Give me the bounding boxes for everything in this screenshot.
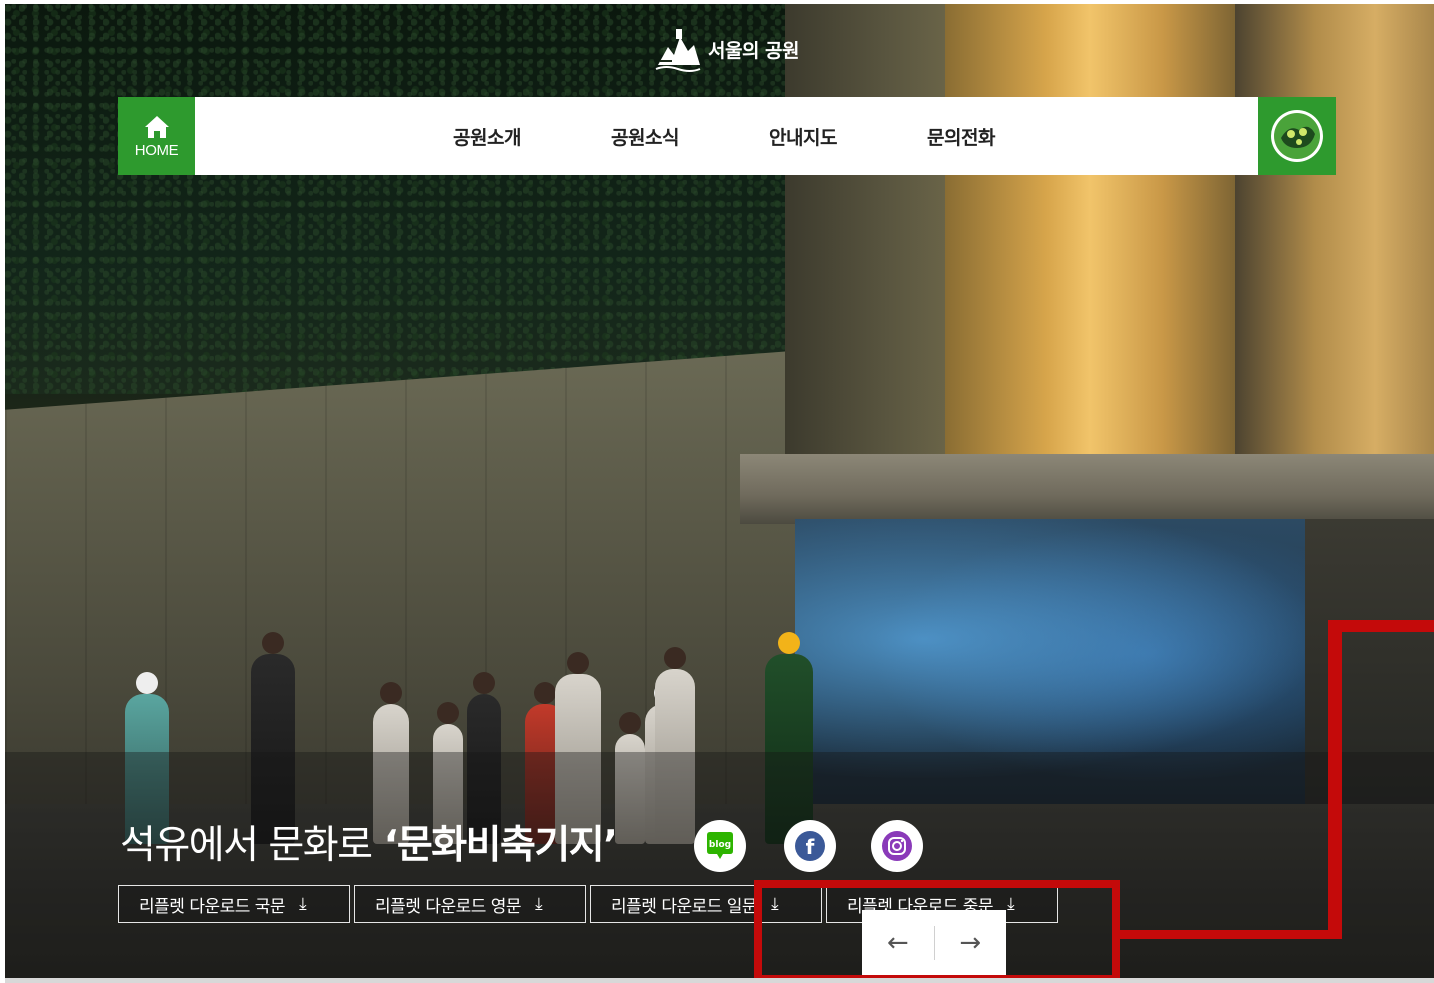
hero-headline: 석유에서 문화로 ‘문화비축기지’ [120,814,618,870]
blog-icon: blog [707,832,733,859]
home-icon [144,115,169,138]
tank-tower-right [1235,4,1434,474]
instagram-icon [882,831,912,861]
tank-tower-dark [785,4,955,474]
site-logo[interactable]: 서울의 공원 [654,24,800,74]
park-emblem-button[interactable] [1258,97,1336,175]
site-title: 서울의 공원 [708,39,800,62]
slider-next-button[interactable]: → [935,910,1007,976]
bottom-edge [5,978,1434,983]
download-japanese-label: 리플렛 다운로드 일문 [611,896,758,917]
slider-controls: ← → [862,910,1006,976]
download-arrow-icon: ⤓ [535,894,543,914]
download-arrow-icon: ⤓ [299,894,307,914]
facebook-icon-text: f [806,835,815,859]
download-arrow-icon: ⤓ [1007,894,1015,914]
nav-menu: 공원소개 공원소식 안내지도 문의전화 [195,97,1258,175]
facebook-link[interactable]: f [784,820,836,872]
concrete-ledge [740,454,1434,524]
instagram-link[interactable] [871,820,923,872]
home-label: HOME [134,141,179,159]
nav-item-park-news[interactable]: 공원소식 [611,123,769,150]
headline-light-text: 석유에서 문화로 [120,823,373,868]
arrow-left-icon: ← [886,928,909,958]
main-nav: HOME 공원소개 공원소식 안내지도 문의전화 [118,97,1336,175]
slider-prev-button[interactable]: ← [862,910,934,976]
download-korean-label: 리플렛 다운로드 국문 [139,896,286,917]
park-emblem-icon [1271,110,1323,162]
nav-item-guide-map[interactable]: 안내지도 [769,123,927,150]
download-arrow-icon: ⤓ [771,894,779,914]
blog-link[interactable]: blog [694,820,746,872]
download-english-button[interactable]: 리플렛 다운로드 영문 ⤓ [354,885,586,923]
tank-tower-lit [945,4,1235,474]
facebook-icon: f [795,831,825,861]
home-button[interactable]: HOME [118,97,195,175]
download-korean-button[interactable]: 리플렛 다운로드 국문 ⤓ [118,885,350,923]
download-japanese-button[interactable]: 리플렛 다운로드 일문 ⤓ [590,885,822,923]
blog-icon-text: blog [709,840,731,850]
nav-item-contact[interactable]: 문의전화 [927,123,1085,150]
arrow-right-icon: → [959,928,982,958]
download-english-label: 리플렛 다운로드 영문 [375,896,522,917]
headline-bold-text: ‘문화비축기지’ [383,823,618,868]
park-mountain-logo-icon [655,29,701,72]
nav-item-park-intro[interactable]: 공원소개 [453,123,611,150]
